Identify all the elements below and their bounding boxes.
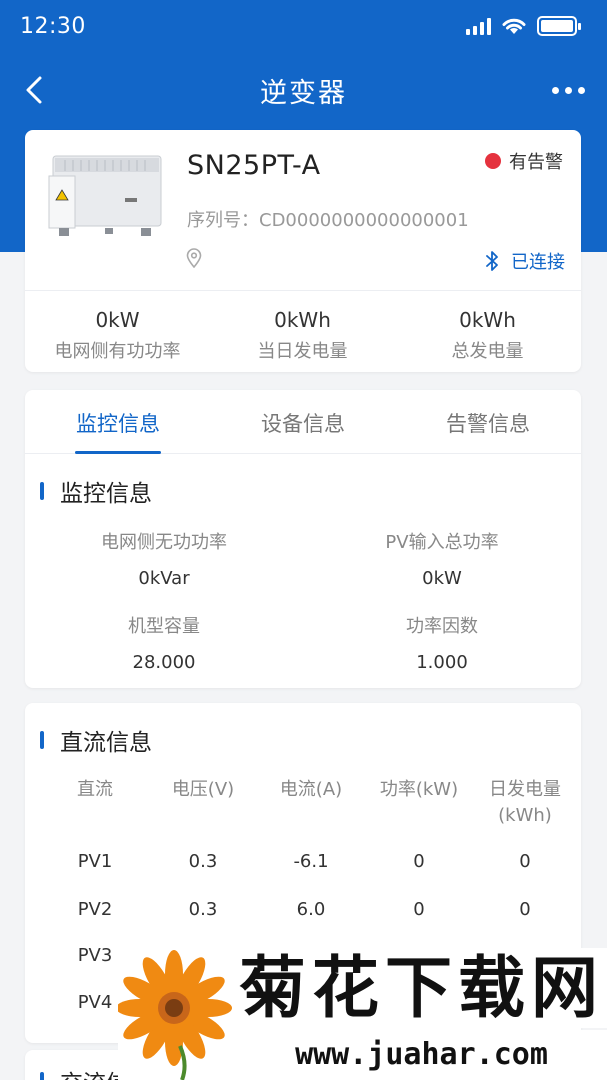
- watermark-url: www.juahar.com: [236, 1030, 607, 1080]
- card-divider: [25, 290, 581, 291]
- tab-monitor-info[interactable]: 监控信息: [43, 408, 193, 438]
- tab-device-info[interactable]: 设备信息: [228, 408, 378, 438]
- kv-power-factor: 功率因数 1.000: [303, 612, 581, 673]
- dc-row-power: 0: [413, 851, 425, 872]
- serial-number: 序列号：CD0000000000000001: [187, 206, 469, 232]
- section-title-text: 直流信息: [60, 730, 152, 756]
- stat-label: 当日发电量: [257, 341, 348, 362]
- dc-header-daily-line1: 日发电量: [489, 779, 561, 800]
- kv-pv-total-power: PV输入总功率 0kW: [303, 528, 581, 589]
- wifi-icon: [502, 18, 526, 34]
- tab-bar: 监控信息 设备信息 告警信息: [25, 390, 581, 454]
- alarm-label: 有告警: [509, 152, 563, 173]
- kv-label: 电网侧无功功率: [101, 532, 227, 553]
- dc-row-daily: 0: [519, 899, 531, 920]
- status-bar: 12:30: [0, 0, 607, 52]
- section-title-text: 监控信息: [60, 481, 152, 507]
- inverter-device-image: [48, 155, 162, 236]
- kv-label: 功率因数: [406, 616, 478, 637]
- serial-label: 序列号：: [187, 210, 259, 231]
- stat-daily-energy: 0kWh 当日发电量: [210, 308, 395, 363]
- device-card[interactable]: SN25PT-A 有告警 序列号：CD0000000000000001 已连接 …: [25, 130, 581, 372]
- kv-value: 0kVar: [138, 568, 190, 589]
- bluetooth-connection[interactable]: 已连接: [485, 248, 565, 274]
- stat-label: 电网侧有功功率: [54, 341, 181, 362]
- stat-grid-active-power: 0kW 电网侧有功功率: [25, 308, 210, 363]
- kv-model-capacity: 机型容量 28.000: [25, 612, 303, 673]
- battery-icon: [537, 16, 581, 36]
- stat-value: 0kWh: [274, 308, 331, 332]
- page-title: 逆变器: [260, 77, 347, 109]
- alarm-dot-icon: [485, 153, 501, 169]
- dc-row-name: PV1: [77, 851, 113, 872]
- kv-value: 0kW: [422, 568, 462, 589]
- location-pin-icon[interactable]: [185, 248, 203, 268]
- dc-header-daily: 日发电量 (kWh): [469, 777, 581, 829]
- signal-icon: [466, 17, 491, 35]
- section-bar: [40, 731, 44, 749]
- watermark-flower-logo: [118, 946, 236, 1080]
- bluetooth-icon: [486, 251, 498, 271]
- kv-reactive-power: 电网侧无功功率 0kVar: [25, 528, 303, 589]
- connection-label: 已连接: [511, 252, 565, 273]
- dc-row-voltage: 0.3: [188, 899, 218, 920]
- kv-label: PV输入总功率: [385, 532, 499, 553]
- dc-header-power: 功率(kW): [379, 779, 459, 800]
- dc-row-current: 6.0: [296, 899, 326, 920]
- watermark-title: 菊花下载网: [236, 948, 607, 1028]
- alarm-status[interactable]: 有告警: [485, 148, 563, 174]
- dc-header-current: 电流(A): [279, 779, 343, 800]
- dc-header-name: 直流: [77, 779, 113, 800]
- active-tab-indicator: [75, 451, 161, 454]
- kv-value: 1.000: [416, 652, 468, 673]
- dc-row-current: -6.1: [293, 851, 329, 872]
- dc-row-power: 0: [413, 899, 425, 920]
- more-options-icon[interactable]: [552, 78, 585, 102]
- kv-label: 机型容量: [128, 616, 200, 637]
- device-model: SN25PT-A: [187, 150, 321, 181]
- back-arrow-icon[interactable]: [18, 72, 54, 108]
- tab-alarm-info[interactable]: 告警信息: [413, 408, 563, 438]
- dc-row-daily: 0: [519, 851, 531, 872]
- nav-bar: 逆变器: [0, 60, 607, 120]
- stat-value: 0kWh: [459, 308, 516, 332]
- section-bar: [40, 482, 44, 500]
- status-icons: [466, 16, 581, 36]
- stat-value: 0kW: [95, 308, 140, 332]
- monitor-section-title: 监控信息: [40, 474, 152, 508]
- monitor-card: 监控信息 设备信息 告警信息 监控信息 电网侧无功功率 0kVar PV输入总功…: [25, 390, 581, 688]
- stat-label: 总发电量: [451, 341, 524, 362]
- stat-total-energy: 0kWh 总发电量: [395, 308, 580, 363]
- dc-header-voltage: 电压(V): [171, 779, 235, 800]
- dc-row-name: PV2: [77, 899, 113, 920]
- section-bar: [40, 1072, 44, 1080]
- dc-section-title: 直流信息: [40, 723, 152, 757]
- dc-row-voltage: 0.3: [188, 851, 218, 872]
- dc-header-daily-line2: (kWh): [498, 805, 552, 826]
- serial-value: CD0000000000000001: [259, 210, 469, 231]
- ac-section-title: 交流信: [40, 1064, 129, 1080]
- status-time: 12:30: [20, 13, 86, 39]
- kv-value: 28.000: [132, 652, 196, 673]
